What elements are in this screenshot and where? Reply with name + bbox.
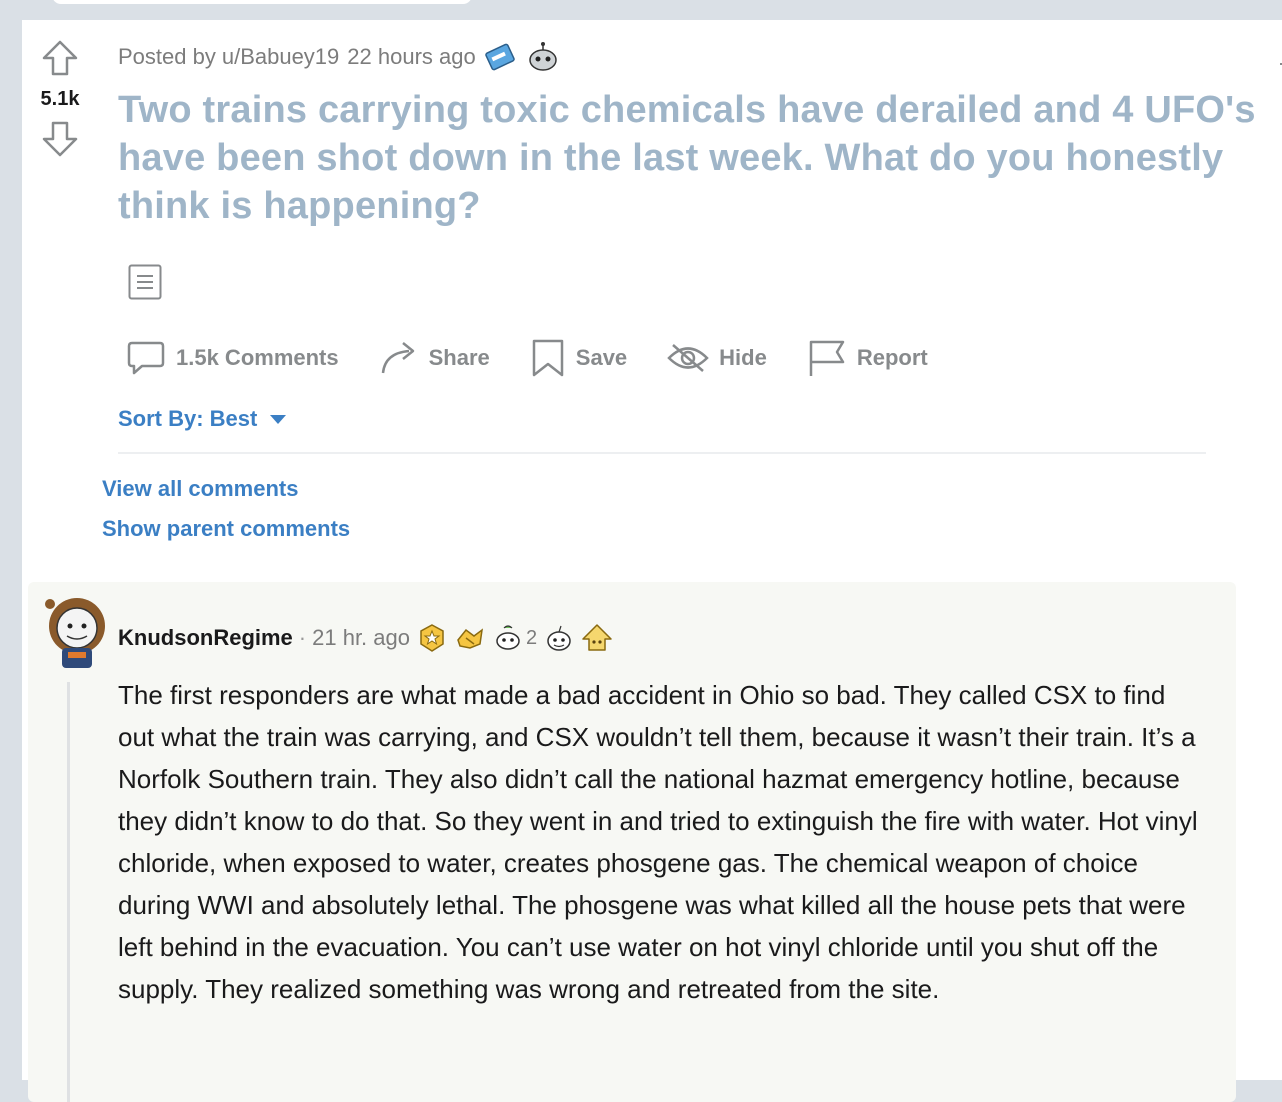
text-post-icon xyxy=(128,264,162,300)
post-meta: Posted by u/Babuey19 22 hours ago xyxy=(118,40,560,74)
previous-card-edge xyxy=(52,0,472,4)
comment-header: KnudsonRegime · 21 hr. ago 2 xyxy=(118,622,613,654)
handshake-award-icon xyxy=(457,628,483,649)
save-button[interactable]: Save xyxy=(530,338,627,378)
comment-body: The first responders are what made a bad… xyxy=(118,680,1198,1004)
hide-button[interactable]: Hide xyxy=(667,341,767,375)
top-strip xyxy=(0,0,1282,20)
divider xyxy=(118,452,1206,454)
comment-icon xyxy=(127,341,165,375)
hide-eye-icon xyxy=(667,344,709,372)
post-actions: 1.5k Comments Share Save Hide Report xyxy=(126,338,928,378)
vote-score: 5.1k xyxy=(40,88,80,110)
share-button[interactable]: Share xyxy=(379,339,490,377)
sort-dropdown[interactable]: Sort By: Best xyxy=(118,406,287,432)
user-avatar[interactable] xyxy=(42,594,112,670)
comments-button[interactable]: 1.5k Comments xyxy=(126,339,339,377)
separator-dot: · xyxy=(298,625,307,650)
award-count: 2 xyxy=(526,626,538,649)
notification-bell-icon[interactable] xyxy=(1266,42,1282,68)
post-card: 5.1k Posted by u/Babuey19 22 hours ago T… xyxy=(22,20,1282,1102)
post-author[interactable]: u/Babuey19 xyxy=(222,44,339,70)
medal-award-icon xyxy=(420,624,444,652)
post-time: 22 hours ago xyxy=(347,44,476,69)
vote-column: 5.1k xyxy=(22,38,98,159)
upvote-icon[interactable] xyxy=(40,38,80,78)
share-label: Share xyxy=(428,345,490,370)
caret-down-icon xyxy=(270,415,287,424)
hide-label: Hide xyxy=(719,345,767,370)
snoo-wholesome-award-icon xyxy=(496,625,520,650)
share-icon xyxy=(381,342,414,374)
downvote-icon[interactable] xyxy=(40,119,80,159)
comment: KnudsonRegime · 21 hr. ago 2 The first r… xyxy=(28,582,1236,1102)
post-title[interactable]: Two trains carrying toxic chemicals have… xyxy=(118,86,1268,230)
view-all-comments-link[interactable]: View all comments xyxy=(102,476,298,502)
show-parent-comments-link[interactable]: Show parent comments xyxy=(102,516,350,542)
comments-label: 1.5k Comments xyxy=(176,345,339,370)
thread-line[interactable] xyxy=(67,682,70,1102)
comment-username[interactable]: KnudsonRegime xyxy=(118,625,293,651)
flag-icon xyxy=(809,340,845,376)
bookmark-icon xyxy=(532,339,564,377)
book-award-icon xyxy=(484,43,515,71)
snoo-avatar-icon xyxy=(528,42,557,71)
comment-time[interactable]: 21 hr. ago xyxy=(312,625,410,651)
save-label: Save xyxy=(575,345,628,370)
report-button[interactable]: Report xyxy=(807,338,928,378)
sort-label: Sort By: Best xyxy=(118,406,258,431)
report-label: Report xyxy=(856,345,928,370)
snoo-face-award-icon xyxy=(547,625,571,651)
posted-by-label: Posted by xyxy=(118,44,216,69)
golden-snoo-award-icon xyxy=(582,624,612,651)
